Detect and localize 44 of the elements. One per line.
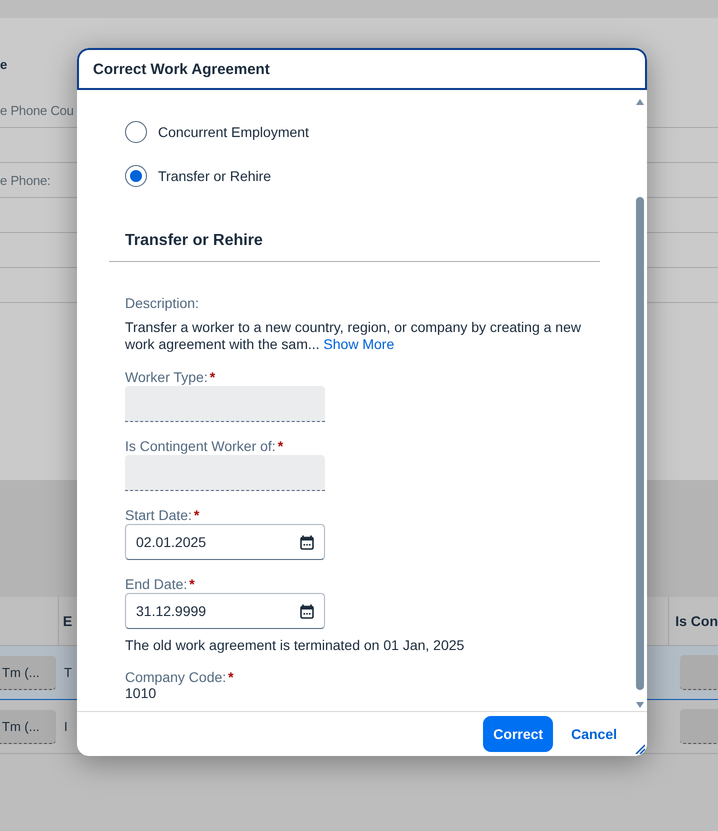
field-label: Description: [125, 295, 200, 311]
required-mark: * [228, 669, 234, 685]
radio-button[interactable] [125, 121, 147, 143]
input-field[interactable] [125, 455, 325, 491]
resize-handle-icon[interactable] [635, 744, 645, 754]
required-mark: * [210, 369, 216, 385]
field-label: e Phone: [0, 172, 50, 188]
description-text: Transfer a worker to a new country, region, or company by creating a new work agreement with the sam... Show More [125, 319, 582, 353]
field-value: 1010 [125, 685, 158, 701]
radio-button[interactable] [125, 165, 147, 187]
table-cell: I [64, 719, 68, 734]
scroll-down-icon[interactable] [636, 702, 644, 708]
scroll-up-icon[interactable] [636, 99, 644, 105]
column-header: Is Con [675, 613, 718, 629]
radio-label[interactable]: Concurrent Employment [158, 124, 309, 140]
show-more-link[interactable]: Show More [323, 336, 394, 352]
field-label: Start Date: [125, 507, 192, 523]
section-title: Transfer or Rehire [109, 214, 600, 262]
required-mark: * [194, 507, 200, 523]
date-field[interactable]: 31.12.9999 [125, 593, 325, 629]
radio-label[interactable]: Transfer or Rehire [158, 168, 272, 184]
table-cell: T [64, 665, 72, 680]
value-field[interactable] [680, 709, 718, 744]
calendar-icon[interactable] [300, 534, 314, 550]
date-field[interactable]: 02.01.2025 [125, 524, 325, 560]
required-mark: * [189, 576, 195, 592]
field-label: e Phone Cou [0, 102, 74, 118]
info-text: The old work agreement is terminated on 01 Jan, 2025 [125, 637, 466, 653]
section-title: e [0, 57, 8, 72]
field-label: End Date: [125, 576, 188, 592]
column-header: E [62, 613, 72, 629]
cancel-button[interactable]: Cancel [561, 716, 627, 752]
calendar-icon[interactable] [300, 604, 314, 618]
value-field[interactable]: Tm (... [0, 710, 56, 744]
dialog-title: Correct Work Agreement [77, 48, 647, 90]
scrollbar-thumb[interactable] [636, 197, 644, 690]
value-field[interactable] [680, 655, 718, 690]
value-field[interactable]: Tm (... [0, 656, 56, 690]
required-mark: * [278, 438, 284, 454]
input-field[interactable] [125, 386, 325, 422]
field-label: Worker Type: [125, 369, 208, 385]
field-label: Company Code: [125, 669, 226, 685]
correct-button[interactable]: Correct [483, 716, 554, 752]
field-label: Is Contingent Worker of: [125, 438, 276, 454]
